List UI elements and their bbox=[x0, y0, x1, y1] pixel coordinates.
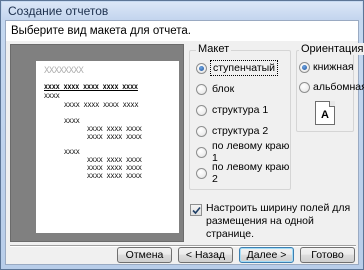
radio-label: блок bbox=[212, 83, 235, 95]
window-title: Создание отчетов bbox=[8, 4, 109, 18]
orientation-group-legend: Ориентация bbox=[299, 43, 364, 55]
radio-label: альбомная bbox=[313, 81, 364, 93]
radio-button[interactable] bbox=[196, 125, 207, 137]
dialog-window: Создание отчетов Выберите вид макета для… bbox=[0, 0, 364, 270]
radio-label: структура 2 bbox=[212, 125, 269, 137]
next-button[interactable]: Далее > bbox=[239, 247, 294, 263]
fit-width-checkbox[interactable] bbox=[190, 204, 202, 216]
radio-button[interactable] bbox=[196, 104, 207, 116]
checkmark-icon bbox=[192, 206, 201, 215]
preview-group3: XXXX bbox=[64, 148, 80, 156]
preview-title: XXXXXXXX bbox=[44, 66, 84, 76]
radio-label: структура 1 bbox=[212, 104, 269, 116]
radio-layout-stepped[interactable]: ступенчатый bbox=[196, 60, 279, 76]
preview-row: XXXX XXXX XXXX bbox=[87, 133, 142, 141]
radio-button[interactable] bbox=[299, 81, 310, 93]
radio-button[interactable] bbox=[196, 83, 207, 95]
layout-group: Макет ступенчатый блок структура 1 струк… bbox=[189, 43, 291, 190]
radio-layout-align-left1[interactable]: по левому краю 1 bbox=[196, 140, 290, 164]
preview-row: XXXX XXXX XXXX XXXX bbox=[64, 101, 139, 109]
fit-width-label-line1: Настроить ширину полей для bbox=[206, 202, 351, 214]
layout-preview: XXXXXXXX XXXX XXXX XXXX XXXX XXXX XXXX X… bbox=[10, 44, 184, 242]
page-fold-icon bbox=[329, 101, 335, 107]
radio-label: по левому краю 2 bbox=[212, 161, 290, 185]
radio-button[interactable] bbox=[196, 167, 207, 179]
orientation-group: Ориентация книжная альбомная A bbox=[296, 43, 364, 132]
prompt-text: Выберите вид макета для отчета. bbox=[11, 25, 191, 37]
radio-layout-outline2[interactable]: структура 2 bbox=[196, 123, 268, 139]
radio-button[interactable] bbox=[196, 62, 207, 74]
radio-layout-block[interactable]: блок bbox=[196, 81, 234, 97]
preview-row: XXXX XXXX XXXX bbox=[87, 125, 142, 133]
preview-header-row: XXXX XXXX XXXX XXXX XXXX bbox=[44, 83, 138, 91]
radio-button[interactable] bbox=[299, 61, 310, 73]
title-bar[interactable]: Создание отчетов bbox=[2, 2, 362, 20]
preview-row: XXXX XXXX XXXX bbox=[87, 172, 142, 180]
dialog-client-area: Выберите вид макета для отчета. XXXXXXXX… bbox=[5, 20, 364, 265]
preview-page: XXXXXXXX XXXX XXXX XXXX XXXX XXXX XXXX X… bbox=[36, 61, 179, 233]
preview-row: XXXX XXXX XXXX bbox=[87, 156, 142, 164]
finish-button[interactable]: Готово bbox=[300, 247, 355, 263]
radio-button[interactable] bbox=[196, 146, 207, 158]
fit-width-label-line2: размещения на одной странице. bbox=[206, 215, 314, 240]
radio-label: ступенчатый bbox=[209, 60, 279, 76]
radio-layout-outline1[interactable]: структура 1 bbox=[196, 102, 268, 118]
back-button[interactable]: < Назад bbox=[178, 247, 233, 263]
radio-layout-align-left2[interactable]: по левому краю 2 bbox=[196, 161, 290, 185]
radio-orientation-portrait[interactable]: книжная bbox=[299, 59, 354, 75]
page-icon-letter: A bbox=[321, 109, 329, 121]
header-band: Выберите вид макета для отчета. bbox=[6, 21, 358, 41]
preview-group1: XXXX bbox=[44, 92, 60, 100]
fit-width-label[interactable]: Настроить ширину полей для размещения на… bbox=[206, 202, 358, 241]
preview-group2: XXXX bbox=[64, 117, 80, 125]
radio-label: книжная bbox=[313, 61, 354, 73]
layout-group-legend: Макет bbox=[196, 43, 232, 55]
radio-orientation-landscape[interactable]: альбомная bbox=[299, 79, 364, 95]
preview-row: XXXX XXXX XXXX bbox=[87, 164, 142, 172]
cancel-button[interactable]: Отмена bbox=[117, 247, 172, 263]
